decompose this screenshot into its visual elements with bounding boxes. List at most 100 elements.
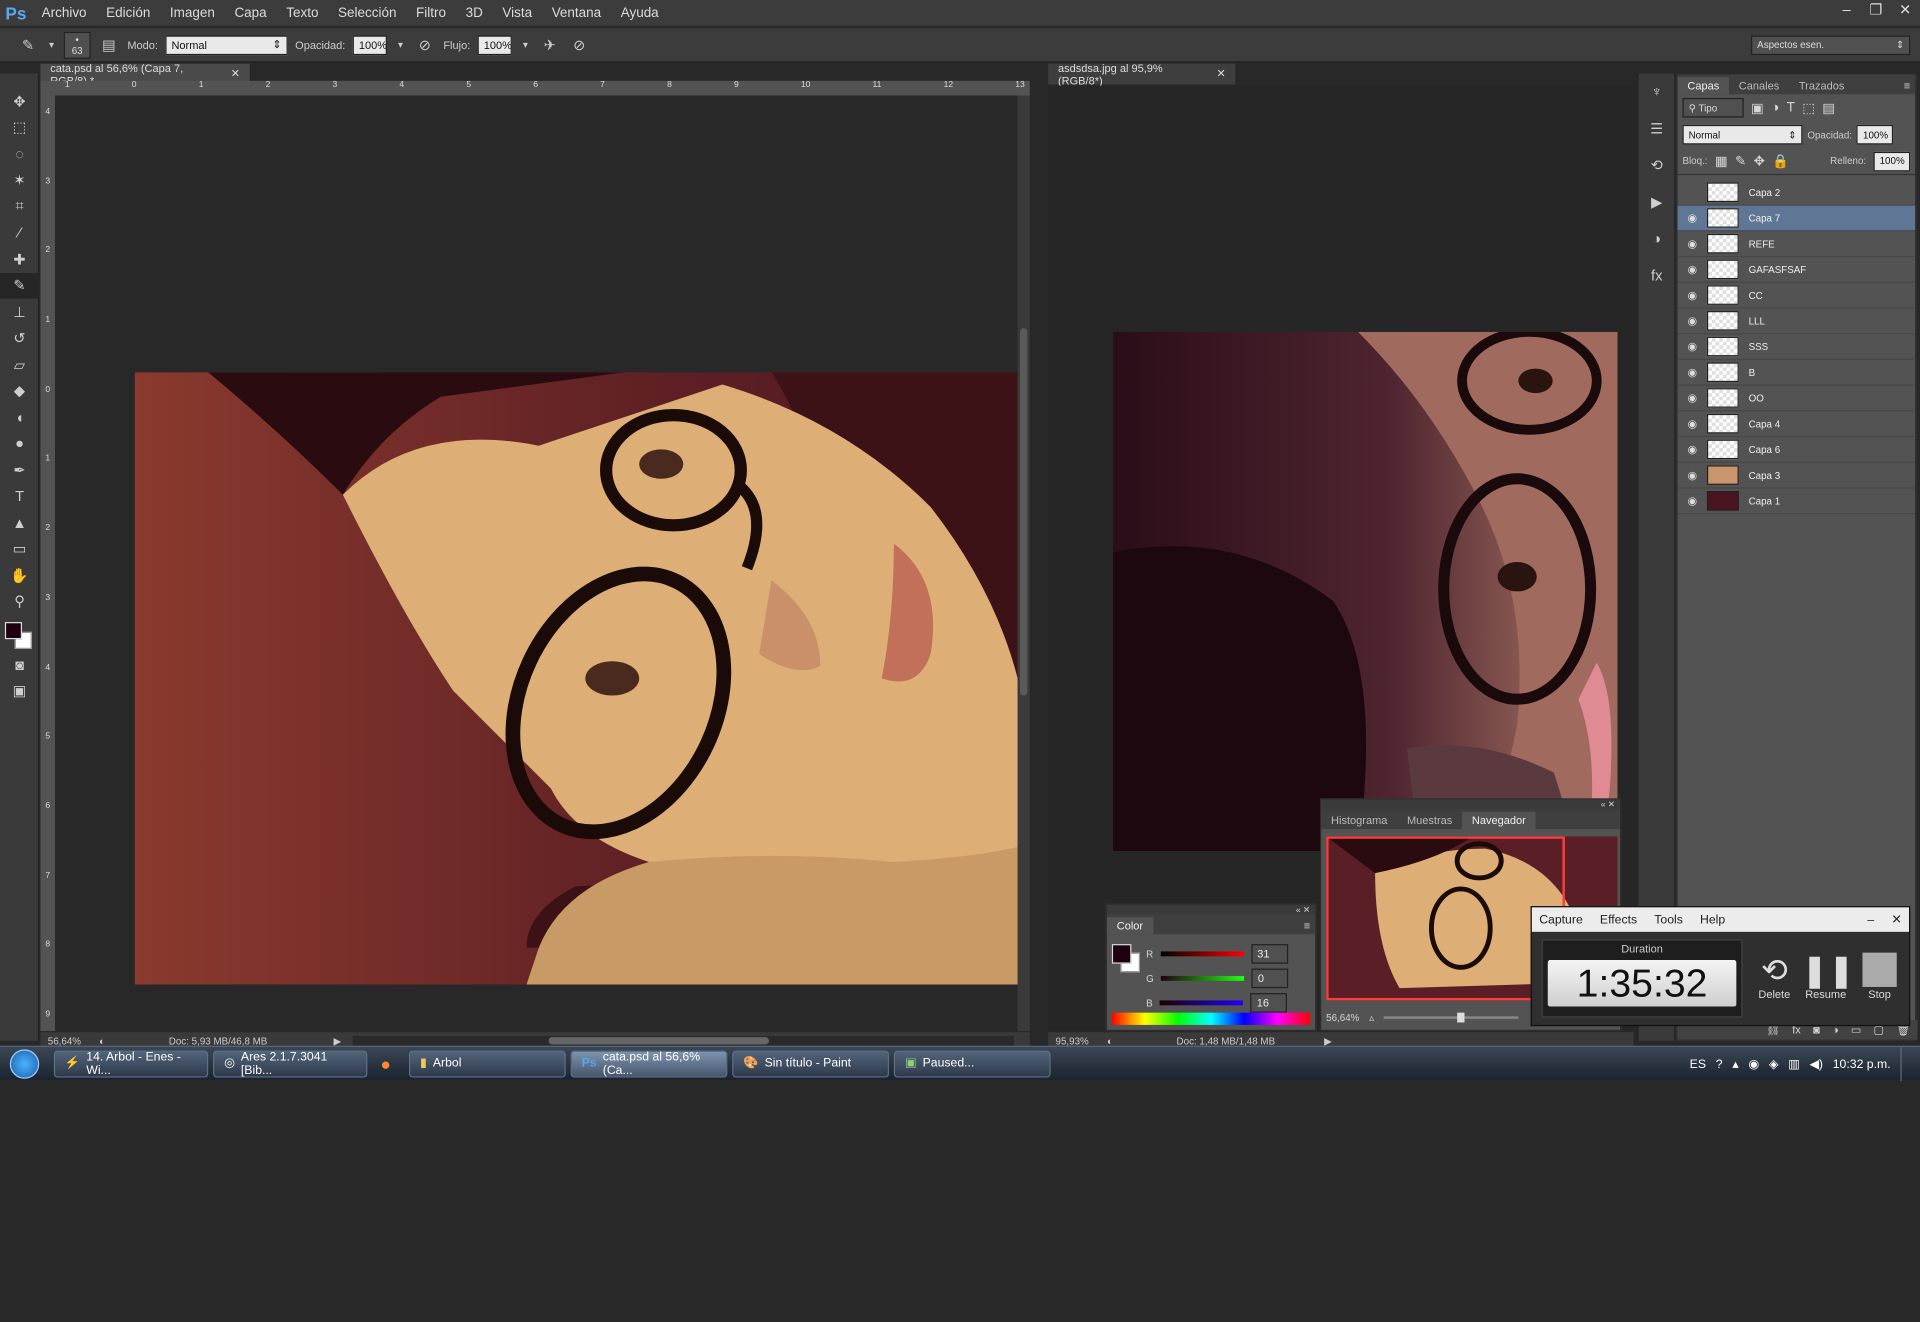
delete-button[interactable]: ⟲ Delete: [1750, 951, 1799, 1000]
styles-icon[interactable]: fx: [1638, 257, 1675, 294]
chevron-down-icon[interactable]: ▾: [394, 34, 406, 56]
zoom-tool-icon[interactable]: ⚲: [0, 588, 39, 614]
scrollbar-thumb[interactable]: [549, 1037, 770, 1045]
eye-icon[interactable]: ◉: [1678, 211, 1707, 224]
brush-size-picker[interactable]: • 63: [63, 31, 91, 59]
menu-ventana[interactable]: Ventana: [542, 6, 611, 21]
taskbar-item-photoshop[interactable]: Ps cata.psd al 56,6% (Ca...: [570, 1050, 728, 1077]
foreground-color-swatch[interactable]: [4, 622, 23, 640]
chevron-down-icon[interactable]: ▾: [519, 34, 531, 56]
adjustments-icon[interactable]: ◑: [1638, 220, 1675, 257]
chevron-down-icon[interactable]: ▾: [47, 34, 57, 56]
capture-menu-tools[interactable]: Tools: [1654, 913, 1683, 926]
menu-capa[interactable]: Capa: [225, 6, 277, 21]
pressure-size-icon[interactable]: ⊘: [568, 34, 590, 56]
layer-row[interactable]: ◉ SSS: [1677, 334, 1916, 361]
filter-shape-icon[interactable]: ⬚: [1802, 100, 1815, 116]
taskbar-item-paint[interactable]: 🎨 Sin título - Paint: [732, 1050, 889, 1077]
network-icon[interactable]: ▥: [1788, 1057, 1800, 1070]
tab-navegador[interactable]: Navegador: [1462, 811, 1536, 829]
dodge-tool-icon[interactable]: ●: [0, 430, 39, 456]
show-desktop-button[interactable]: [1900, 1046, 1910, 1082]
layer-filter-select[interactable]: ⚲ Tipo: [1682, 97, 1744, 118]
flow-input[interactable]: 100%: [477, 34, 512, 55]
slider-thumb[interactable]: [1457, 1012, 1465, 1023]
menu-3d[interactable]: 3D: [456, 6, 493, 21]
taskbar-item-ares[interactable]: ◎ Ares 2.1.7.3041 [Bib...: [213, 1050, 368, 1077]
menu-archivo[interactable]: Archivo: [32, 6, 97, 21]
screen-mode-icon[interactable]: ▣: [0, 678, 39, 704]
layer-opacity-input[interactable]: 100%: [1856, 124, 1894, 145]
r-slider[interactable]: [1160, 951, 1244, 957]
tray-app-icon[interactable]: ◉: [1748, 1057, 1759, 1070]
color-spectrum[interactable]: [1111, 1012, 1311, 1025]
doc2-tab[interactable]: asdsdsa.jpg al 95,9% (RGB/8*) ✕: [1048, 62, 1237, 86]
taskbar-item-folder[interactable]: ⚡ 14. Arbol - Enes - Wi...: [53, 1050, 209, 1077]
menu-texto[interactable]: Texto: [276, 6, 328, 21]
actions-icon[interactable]: ▶: [1638, 184, 1675, 221]
resume-button[interactable]: ❚❚ Resume: [1801, 951, 1854, 1000]
filter-type-icon[interactable]: T: [1787, 100, 1795, 115]
b-slider[interactable]: [1160, 1000, 1244, 1006]
minimize-icon[interactable]: –: [1867, 913, 1874, 926]
doc2-zoom[interactable]: 95,93%: [1048, 1035, 1097, 1046]
fg-bg-swatches[interactable]: [1111, 944, 1141, 973]
panel-menu-icon[interactable]: ≡: [1299, 917, 1315, 934]
taskbar-item-arbol[interactable]: ▮ Arbol: [408, 1050, 566, 1077]
close-icon[interactable]: ✕: [1891, 0, 1920, 20]
brush-tool-icon[interactable]: ✎: [0, 272, 40, 299]
panel-menu-icon[interactable]: ≡: [1899, 77, 1915, 94]
layer-row[interactable]: ◉ Capa 6: [1677, 437, 1916, 463]
panel-collapse-bar[interactable]: « ✕: [1106, 904, 1316, 915]
capture-menu-effects[interactable]: Effects: [1600, 913, 1637, 926]
eye-icon[interactable]: ◉: [1678, 417, 1707, 430]
hand-tool-icon[interactable]: ✋: [0, 562, 39, 588]
close-icon[interactable]: ✕: [231, 67, 240, 80]
help-icon[interactable]: ?: [1716, 1057, 1723, 1070]
close-icon[interactable]: ✕: [1891, 913, 1909, 926]
b-input[interactable]: 16: [1250, 993, 1288, 1013]
eye-icon[interactable]: ◉: [1678, 288, 1707, 301]
eye-icon[interactable]: ◉: [1678, 494, 1707, 507]
brush-presets-icon[interactable]: ♆: [1638, 73, 1675, 110]
lock-position-icon[interactable]: ✥: [1754, 153, 1765, 169]
healing-brush-icon[interactable]: ✚: [0, 246, 39, 272]
eye-icon[interactable]: ◉: [1678, 391, 1707, 404]
move-tool-icon[interactable]: ✥: [0, 88, 39, 114]
eye-icon[interactable]: ◉: [1678, 468, 1707, 481]
taskbar-item-recorder[interactable]: ▣ Paused...: [893, 1050, 1051, 1077]
eraser-tool-icon[interactable]: ▱: [0, 351, 39, 377]
marquee-tool-icon[interactable]: ⬚: [0, 114, 39, 140]
eye-icon[interactable]: ◉: [1678, 340, 1707, 353]
play-icon[interactable]: ▶: [1324, 1035, 1332, 1046]
crop-tool-icon[interactable]: ⌗: [0, 193, 39, 219]
history-icon[interactable]: ⟲: [1638, 147, 1675, 184]
shape-tool-icon[interactable]: ▭: [0, 536, 39, 562]
start-button[interactable]: [0, 1046, 49, 1080]
menu-imagen[interactable]: Imagen: [160, 6, 225, 21]
lock-transparent-icon[interactable]: ▦: [1715, 153, 1728, 169]
r-input[interactable]: 31: [1251, 944, 1288, 964]
brush-settings-icon[interactable]: ☰: [1638, 110, 1675, 147]
pen-tool-icon[interactable]: ✒: [0, 457, 39, 483]
layer-row[interactable]: ◉ B: [1677, 360, 1916, 386]
scrollbar-thumb[interactable]: [1020, 328, 1028, 696]
airbrush-icon[interactable]: ✈: [539, 34, 561, 56]
layer-row[interactable]: ◉ Capa 3: [1677, 463, 1916, 489]
eye-icon[interactable]: ◉: [1678, 366, 1707, 379]
filter-adjust-icon[interactable]: ◑: [1771, 100, 1779, 115]
workspace-select[interactable]: Aspectos esen. ⇕: [1751, 34, 1911, 55]
tray-app-icon[interactable]: ◈: [1769, 1057, 1778, 1070]
eye-icon[interactable]: ◉: [1678, 237, 1707, 250]
history-brush-icon[interactable]: ↺: [0, 325, 39, 351]
close-icon[interactable]: ✕: [1216, 67, 1225, 80]
capture-menu-help[interactable]: Help: [1700, 913, 1725, 926]
doc2-reference-photo[interactable]: [1113, 331, 1618, 852]
play-icon[interactable]: ▶: [333, 1035, 341, 1046]
layer-row[interactable]: ◉ OO: [1677, 386, 1916, 412]
pressure-opacity-icon[interactable]: ⊘: [414, 34, 436, 56]
magic-wand-icon[interactable]: ✶: [0, 167, 39, 193]
layer-row[interactable]: ◉ Capa 4: [1677, 411, 1916, 438]
minimize-icon[interactable]: –: [1832, 0, 1861, 20]
g-input[interactable]: 0: [1251, 968, 1289, 989]
